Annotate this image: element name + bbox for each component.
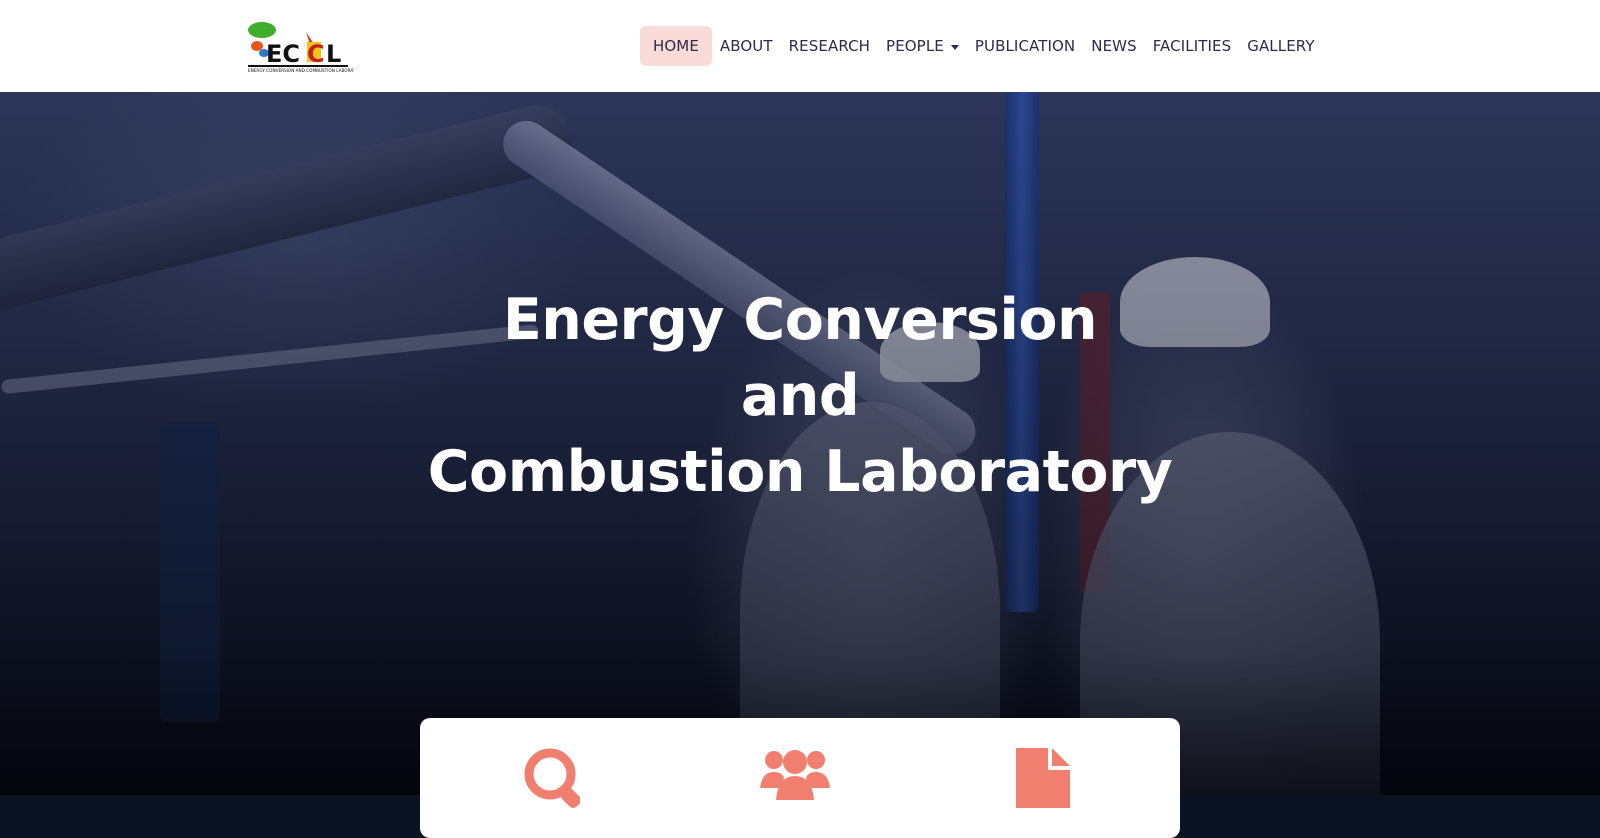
nav-people[interactable]: PEOPLE [878,26,967,66]
feature-card [420,718,1180,838]
document-icon[interactable] [1014,748,1072,813]
hero-banner: Energy Conversion and Combustion Laborat… [0,92,1600,795]
top-navbar: EC C L ENERGY CONVERSION AND COMBUSTION … [0,0,1600,92]
hero-title-line: and [740,363,860,429]
svg-text:C: C [307,40,325,68]
chevron-down-icon [950,44,959,50]
nav-about[interactable]: ABOUT [712,26,781,66]
svg-text:EC: EC [266,40,300,68]
svg-text:ENERGY CONVERSION AND COMBUSTI: ENERGY CONVERSION AND COMBUSTION LABORAT… [248,68,354,73]
svg-text:L: L [326,40,341,68]
people-icon[interactable] [760,748,830,805]
nav-news[interactable]: NEWS [1083,26,1144,66]
nav-people-label: PEOPLE [886,37,944,55]
hero-title-line: Energy Conversion [502,287,1098,353]
site-logo[interactable]: EC C L ENERGY CONVERSION AND COMBUSTION … [244,18,364,74]
hero-title-line: Combustion Laboratory [427,439,1173,505]
nav-facilities[interactable]: FACILITIES [1145,26,1240,66]
nav-gallery[interactable]: GALLERY [1239,26,1322,66]
nav-publication[interactable]: PUBLICATION [967,26,1083,66]
hero-title: Energy Conversion and Combustion Laborat… [0,282,1600,510]
search-icon[interactable] [524,748,581,813]
nav-research[interactable]: RESEARCH [781,26,878,66]
nav-home[interactable]: HOME [640,26,712,66]
main-nav: HOME ABOUT RESEARCH PEOPLE PUBLICATION N… [640,26,1323,66]
